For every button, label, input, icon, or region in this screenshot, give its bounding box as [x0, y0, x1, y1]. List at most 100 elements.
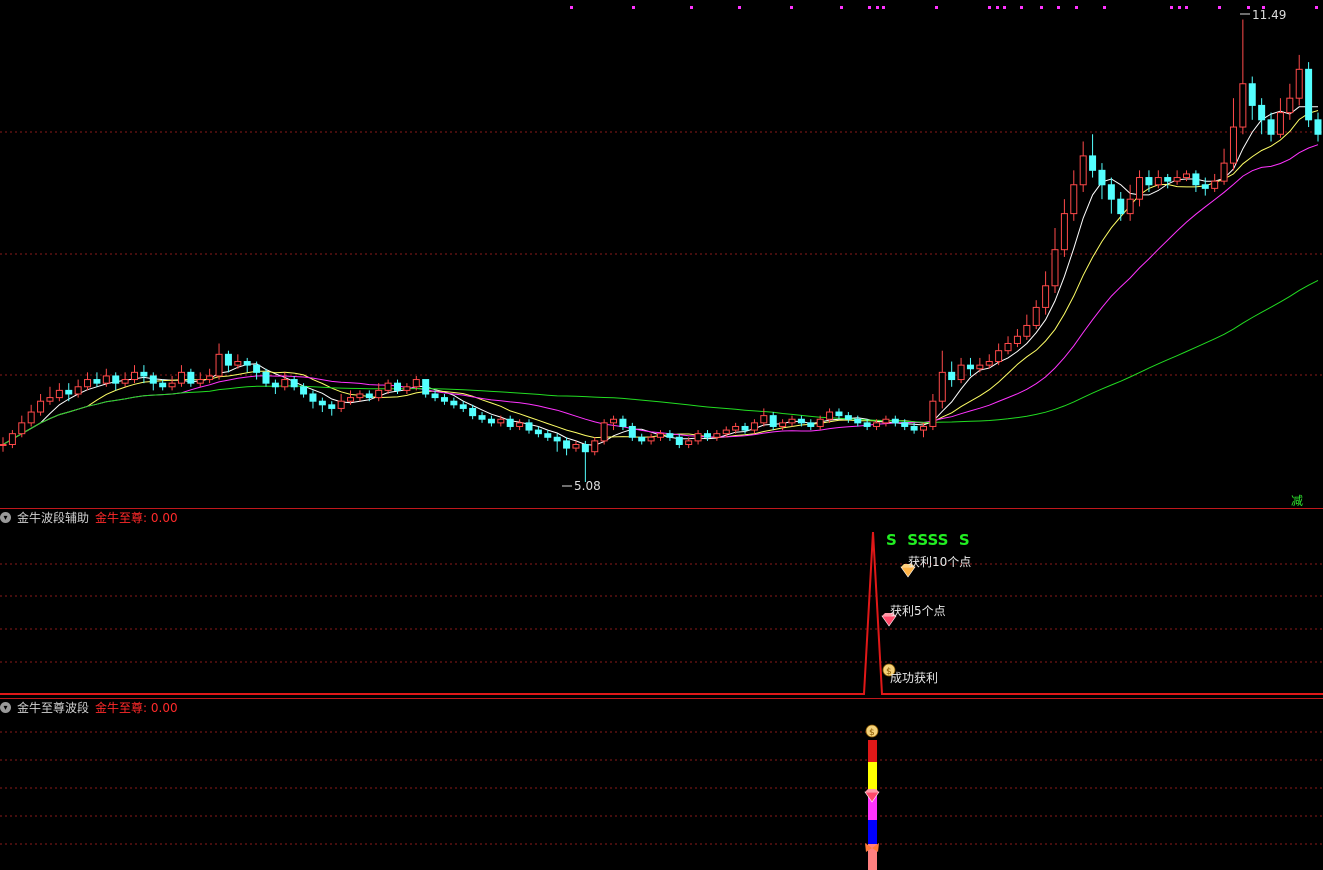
candle-body: [140, 371, 148, 377]
candle-body: [1258, 104, 1266, 121]
signal-dot: [1057, 6, 1060, 9]
candle-body: [873, 422, 881, 427]
candle-body: [469, 407, 477, 417]
panel2-header: ▾ 金牛波段辅助 金牛至尊: 0.00: [0, 508, 178, 526]
candle-body: [450, 400, 458, 406]
candle-body: [534, 429, 542, 435]
candle-body: [920, 425, 927, 431]
panel2-indicator-name: 金牛波段辅助: [17, 510, 90, 525]
candle-body: [675, 436, 683, 445]
candle-body: [685, 440, 693, 445]
candle-body: [168, 382, 176, 388]
candle-body: [365, 393, 373, 399]
signal-dot: [988, 6, 991, 9]
candle-body: [46, 397, 54, 402]
candle-body: [328, 404, 336, 409]
candle-body: [84, 379, 92, 388]
signal-dot: [690, 6, 693, 9]
candle-body: [65, 389, 73, 395]
candle-body: [807, 422, 815, 427]
candle-body: [525, 422, 533, 431]
candle-body: [0, 443, 7, 446]
candle-body: [234, 361, 242, 366]
candle-body: [610, 418, 618, 424]
signal-dot: [935, 6, 938, 9]
color-bar-segment: [868, 820, 877, 844]
candle-body: [497, 418, 505, 424]
main-candlestick-chart: 11.49 5.08: [0, 6, 1323, 493]
candle-body: [300, 386, 308, 395]
profit-10-label: 获利10个点: [908, 555, 971, 569]
candle-body: [1089, 155, 1097, 171]
signal-dot: [1020, 6, 1023, 9]
candle-body: [412, 379, 420, 388]
candle-body: [1220, 162, 1228, 182]
candle-body: [995, 350, 1003, 363]
signal-dot: [632, 6, 635, 9]
candles-group: [0, 19, 1322, 483]
candle-body: [1136, 177, 1144, 200]
candle-body: [431, 393, 439, 399]
candle-body: [985, 361, 993, 366]
collapse-icon[interactable]: ▾: [0, 701, 11, 713]
candle-body: [1201, 184, 1209, 189]
candle-body: [1286, 97, 1294, 114]
candle-body: [657, 433, 664, 438]
candle-body: [253, 364, 261, 373]
candle-body: [1126, 198, 1134, 215]
panel-separator-2: [0, 698, 1323, 699]
signal-dot: [1075, 6, 1078, 9]
candle-body: [309, 393, 317, 402]
signal-dot: [570, 6, 573, 9]
candle-body: [713, 433, 721, 438]
success-profit-label: 成功获利: [890, 671, 938, 685]
candle-body: [1229, 126, 1237, 164]
candle-body: [8, 433, 16, 445]
panel3-indicator-value: 金牛至尊: 0.00: [95, 700, 178, 715]
collapse-icon[interactable]: ▾: [0, 511, 11, 523]
candle-body: [581, 443, 589, 453]
ma-line-20: [2, 144, 1319, 445]
candle-body: [262, 371, 270, 384]
signal-dot: [876, 6, 879, 9]
candle-body: [440, 397, 448, 402]
candle-body: [1117, 198, 1125, 215]
candle-body: [760, 415, 768, 424]
candle-body: [1239, 83, 1247, 128]
candle-body: [863, 422, 871, 427]
candle-body: [769, 415, 777, 427]
signal-dot: [1040, 6, 1043, 9]
candle-body: [628, 425, 636, 438]
candle-body: [948, 371, 956, 381]
candle-body: [1145, 177, 1153, 186]
candle-body: [37, 400, 45, 413]
svg-text:$: $: [869, 728, 875, 738]
candle-body: [18, 422, 26, 435]
candle-body: [131, 371, 138, 381]
reduce-button[interactable]: 减: [1291, 492, 1303, 509]
candle-body: [1060, 213, 1068, 251]
candle-body: [224, 353, 232, 366]
candle-body: [1023, 324, 1031, 337]
panel3-header: ▾ 金牛至尊波段 金牛至尊: 0.00: [0, 698, 178, 716]
candle-body: [506, 418, 514, 427]
candle-body: [703, 433, 711, 438]
candle-body: [929, 400, 937, 427]
candle-body: [732, 425, 740, 431]
panel3-color-bar: [868, 740, 877, 870]
candle-body: [854, 418, 862, 424]
candle-body: [938, 371, 946, 402]
panel3-indicator-name: 金牛至尊波段: [17, 700, 90, 715]
candle-body: [1305, 68, 1313, 121]
panel2-grid: [0, 563, 1323, 663]
high-price-label: 11.49: [1252, 8, 1286, 22]
candle-body: [394, 382, 401, 391]
candle-body: [957, 364, 965, 381]
candle-body: [215, 353, 223, 377]
candle-body: [1164, 177, 1172, 182]
panel3-indicator-chart: $: [0, 724, 1323, 870]
candle-body: [1098, 169, 1106, 186]
color-bar-segment: [868, 740, 877, 762]
candle-body: [563, 440, 571, 449]
moving-average-lines: [2, 106, 1319, 446]
